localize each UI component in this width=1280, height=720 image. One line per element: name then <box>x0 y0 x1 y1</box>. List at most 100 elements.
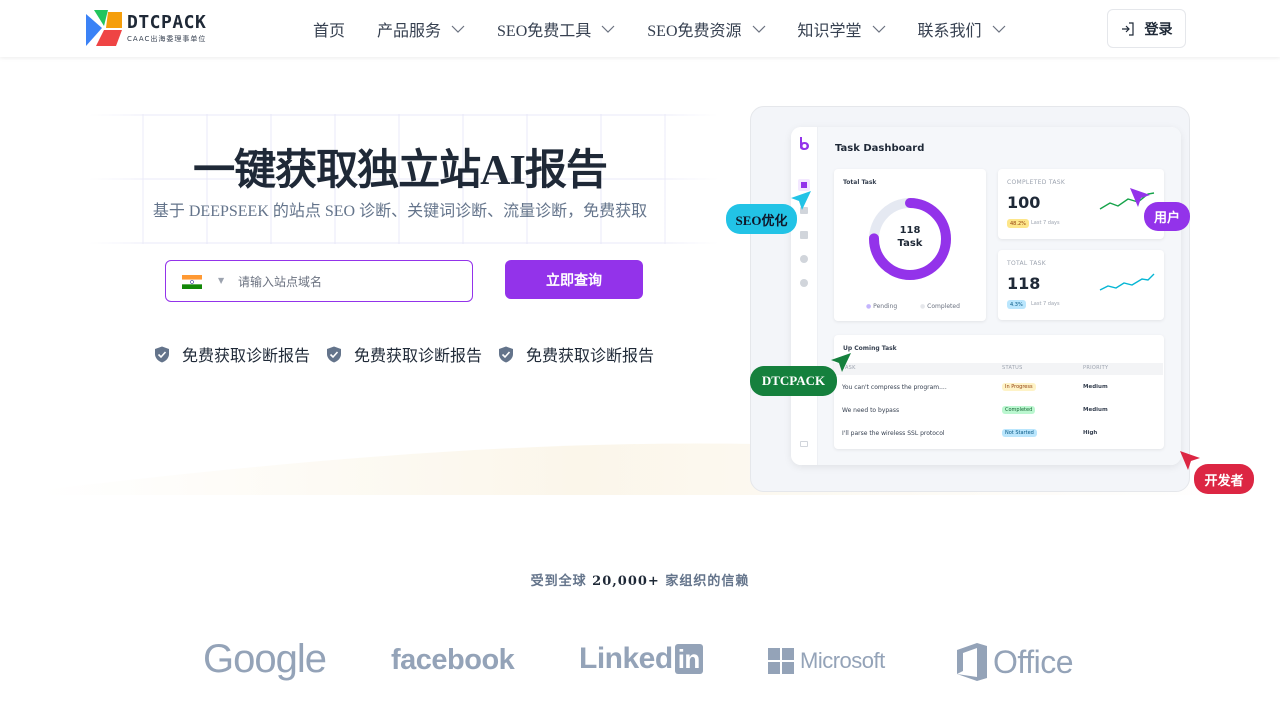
nav-seo-resources-label: SEO免费资源 <box>647 22 742 40</box>
logo[interactable]: DTCPACK CAAC出海委理事单位 <box>86 10 216 48</box>
developer-badge: 开发者 <box>1194 464 1254 494</box>
nav-seo-tools-label: SEO免费工具 <box>497 22 592 40</box>
microsoft-text: Microsoft <box>800 648 885 673</box>
cursor-arrow-icon <box>1180 451 1200 470</box>
total-task-card: Total Task 118 Task ● Pending ● Complete… <box>834 169 986 321</box>
feature-label: 免费获取诊断报告 <box>526 348 655 365</box>
total-task-stat-change: 4.3% <box>1007 300 1026 309</box>
priority-cell: High <box>1083 430 1098 436</box>
chevron-down-icon <box>752 25 765 33</box>
india-flag-icon[interactable] <box>182 275 202 289</box>
feature-item: 免费获取诊断报告 <box>498 342 654 366</box>
linkedin-logo: Linked in <box>579 642 703 676</box>
donut-unit: Task <box>897 238 923 249</box>
completed-task-value: 100 <box>1007 193 1041 212</box>
status-badge: In Progress <box>1002 383 1036 391</box>
nav-contact-label: 联系我们 <box>917 22 982 40</box>
logo-mark-icon <box>86 10 122 46</box>
upcoming-task-label: Up Coming Task <box>843 345 897 352</box>
nav-products-label: 产品服务 <box>377 22 442 40</box>
login-button[interactable]: 登录 <box>1107 9 1186 48</box>
dashboard-main: Task Dashboard Total Task 118 Task ● Pen… <box>818 127 1181 465</box>
logout-icon <box>800 441 808 447</box>
status-badge: Completed <box>1002 406 1036 414</box>
completed-task-label: COMPLETED TASK <box>1007 179 1066 186</box>
cursor-arrow-icon <box>831 353 851 372</box>
nav-knowledge[interactable]: 知识学堂 <box>798 17 886 41</box>
feature-label: 免费获取诊断报告 <box>182 348 311 365</box>
cursor-arrow-icon <box>791 191 811 210</box>
domain-search-box: ▼ <box>165 260 473 302</box>
shield-check-icon <box>155 346 169 362</box>
chevron-down-icon <box>601 25 615 33</box>
app-logo-icon <box>800 137 809 150</box>
donut-count: 118 <box>899 225 921 236</box>
chevron-down-icon <box>872 25 885 33</box>
priority-cell: Medium <box>1083 407 1108 413</box>
total-task-stat-card: TOTAL TASK 118 4.3% Last 7 days <box>998 250 1164 320</box>
task-cell: I'll parse the wireless SSL protocol <box>842 430 945 437</box>
query-button[interactable]: 立即查询 <box>505 260 643 299</box>
doc-icon <box>800 231 808 239</box>
caret-down-icon[interactable]: ▼ <box>218 276 224 285</box>
domain-input[interactable] <box>238 267 458 297</box>
completed-task-change: 48.2% <box>1007 219 1029 228</box>
login-icon <box>1121 21 1134 36</box>
dashboard-illustration: Task Dashboard Total Task 118 Task ● Pen… <box>750 106 1190 492</box>
linkedin-text: Linked <box>579 642 673 675</box>
status-badge: Not Started <box>1002 429 1037 437</box>
logo-tagline: CAAC出海委理事单位 <box>127 35 207 43</box>
top-navbar: DTCPACK CAAC出海委理事单位 首页 产品服务 SEO免费工具 SEO免… <box>0 0 1280 57</box>
hero-title: 一键获取独立站AI报告 <box>193 148 608 194</box>
legend-completed: ● Completed <box>920 303 960 310</box>
column-priority: PRIORITY <box>1083 365 1109 371</box>
donut-center: 118 Task <box>890 224 930 250</box>
microsoft-logo: Microsoft <box>768 648 885 674</box>
nav-contact[interactable]: 联系我们 <box>918 17 1006 41</box>
priority-cell: Medium <box>1083 384 1108 390</box>
task-cell: We need to bypass <box>842 407 900 414</box>
google-logo: Google <box>203 637 327 681</box>
cursor-arrow-icon <box>1130 188 1150 207</box>
trust-prefix: 受到全球 <box>530 574 587 589</box>
user-icon <box>800 255 808 263</box>
dashboard-window: Task Dashboard Total Task 118 Task ● Pen… <box>791 127 1181 465</box>
seo-badge: SEO优化 <box>726 204 797 234</box>
dashboard-sidebar <box>791 127 818 465</box>
column-status: STATUS <box>1002 365 1023 371</box>
table-header <box>834 363 1163 375</box>
legend-pending: ● Pending <box>866 303 898 310</box>
task-cell: You can't compress the program.... <box>842 384 947 391</box>
nav-knowledge-label: 知识学堂 <box>797 22 862 40</box>
upcoming-task-card: Up Coming Task TASK STATUS PRIORITY You … <box>834 335 1164 449</box>
office-text: Office <box>993 643 1074 680</box>
nav-home-label: 首页 <box>313 22 346 40</box>
shield-check-icon <box>499 346 514 362</box>
dashboard-title: Task Dashboard <box>835 143 925 154</box>
login-label: 登录 <box>1144 21 1173 38</box>
facebook-logo: facebook <box>391 644 515 676</box>
nav-seo-resources[interactable]: SEO免费资源 <box>647 17 765 41</box>
main-nav: 首页 产品服务 SEO免费工具 SEO免费资源 知识学堂 联系我们 <box>298 0 1038 57</box>
feature-item: 免费获取诊断报告 <box>326 342 482 366</box>
total-task-stat-note: Last 7 days <box>1031 301 1060 307</box>
logo-name: DTCPACK <box>127 12 207 33</box>
feature-list: 免费获取诊断报告 免费获取诊断报告 免费获取诊断报告 <box>154 342 670 366</box>
trust-statement: 受到全球 20,000+ 家组织的信赖 <box>0 570 1280 589</box>
nav-products[interactable]: 产品服务 <box>377 17 465 41</box>
chevron-down-icon <box>992 25 1005 33</box>
settings-icon <box>800 279 808 287</box>
total-task-stat-label: TOTAL TASK <box>1007 260 1046 267</box>
trust-count: 20,000+ <box>592 574 660 589</box>
nav-home[interactable]: 首页 <box>313 17 345 41</box>
nav-seo-tools[interactable]: SEO免费工具 <box>497 17 615 41</box>
office-icon <box>957 643 987 681</box>
hero-subtitle: 基于 DEEPSEEK 的站点 SEO 诊断、关键词诊断、流量诊断，免费获取 <box>152 203 648 220</box>
completed-task-note: Last 7 days <box>1031 220 1060 226</box>
total-sparkline <box>1099 273 1155 291</box>
linkedin-in-box: in <box>674 644 703 674</box>
dtcpack-badge: DTCPACK <box>750 366 837 396</box>
trust-suffix: 家组织的信赖 <box>665 574 750 589</box>
chevron-down-icon <box>451 25 465 33</box>
total-task-label: Total Task <box>843 179 877 186</box>
